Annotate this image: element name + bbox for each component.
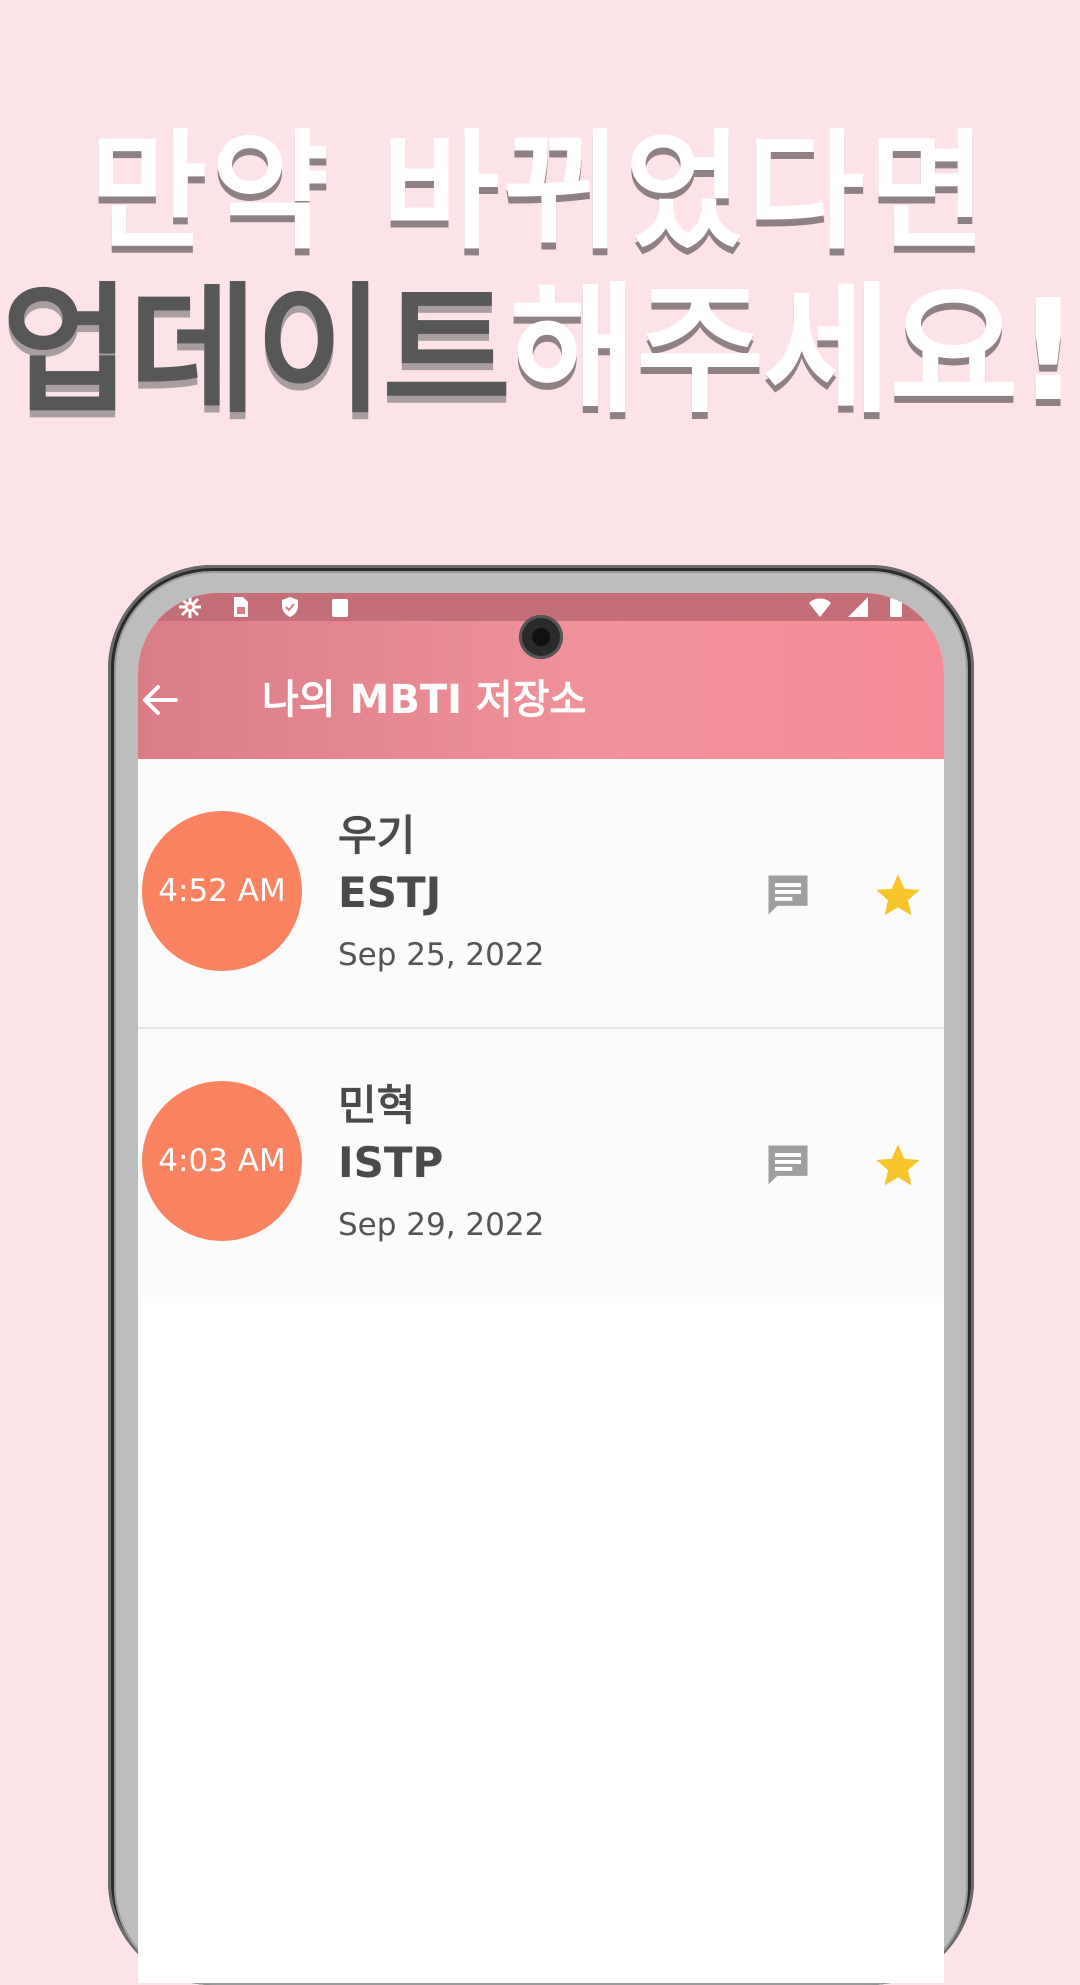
shield-icon bbox=[282, 597, 298, 617]
battery-icon bbox=[890, 596, 902, 617]
phone-rim: 나의 MBTI 저장소 4:52 AM 우기 ESTJ Sep 25, 2022 bbox=[114, 571, 968, 1985]
saved-date: Sep 25, 2022 bbox=[338, 937, 545, 973]
notification-square-icon bbox=[332, 599, 348, 617]
promo-headline-highlight: 업데이트 bbox=[1, 270, 511, 433]
status-bar-right-icons bbox=[808, 595, 908, 619]
app-screen: 나의 MBTI 저장소 4:52 AM 우기 ESTJ Sep 25, 2022 bbox=[138, 593, 944, 1983]
back-arrow-icon[interactable] bbox=[138, 678, 182, 722]
promo-headline-line2: 업데이트해주세요! bbox=[0, 272, 1080, 432]
time-badge: 4:52 AM bbox=[142, 811, 302, 971]
wifi-icon bbox=[809, 598, 831, 617]
comment-icon[interactable] bbox=[762, 1139, 814, 1191]
list-item[interactable]: 4:52 AM 우기 ESTJ Sep 25, 2022 bbox=[138, 759, 944, 1029]
person-name: 우기 bbox=[338, 811, 416, 860]
promo-headline-line1: 만약 바뀌었다면 bbox=[89, 118, 991, 267]
person-name: 민혁 bbox=[338, 1081, 416, 1130]
time-badge: 4:03 AM bbox=[142, 1081, 302, 1241]
list-item[interactable]: 4:03 AM 민혁 ISTP Sep 29, 2022 bbox=[138, 1029, 944, 1297]
mbti-type: ESTJ bbox=[338, 868, 442, 917]
sim-card-icon bbox=[234, 597, 248, 617]
promo-headline-rest: 해주세요! bbox=[509, 270, 1080, 433]
mbti-list: 4:52 AM 우기 ESTJ Sep 25, 2022 4:03 AM 민혁 … bbox=[138, 759, 944, 1297]
front-camera bbox=[519, 615, 563, 659]
phone-frame: 나의 MBTI 저장소 4:52 AM 우기 ESTJ Sep 25, 2022 bbox=[108, 565, 974, 1985]
mbti-type: ISTP bbox=[338, 1138, 444, 1187]
signal-icon bbox=[848, 597, 868, 617]
comment-icon[interactable] bbox=[762, 869, 814, 921]
star-icon[interactable] bbox=[872, 869, 924, 921]
status-bar-left-icons bbox=[178, 595, 352, 619]
saved-date: Sep 29, 2022 bbox=[338, 1207, 545, 1243]
star-icon[interactable] bbox=[872, 1139, 924, 1191]
page-title: 나의 MBTI 저장소 bbox=[262, 677, 587, 723]
settings-icon bbox=[179, 596, 201, 618]
